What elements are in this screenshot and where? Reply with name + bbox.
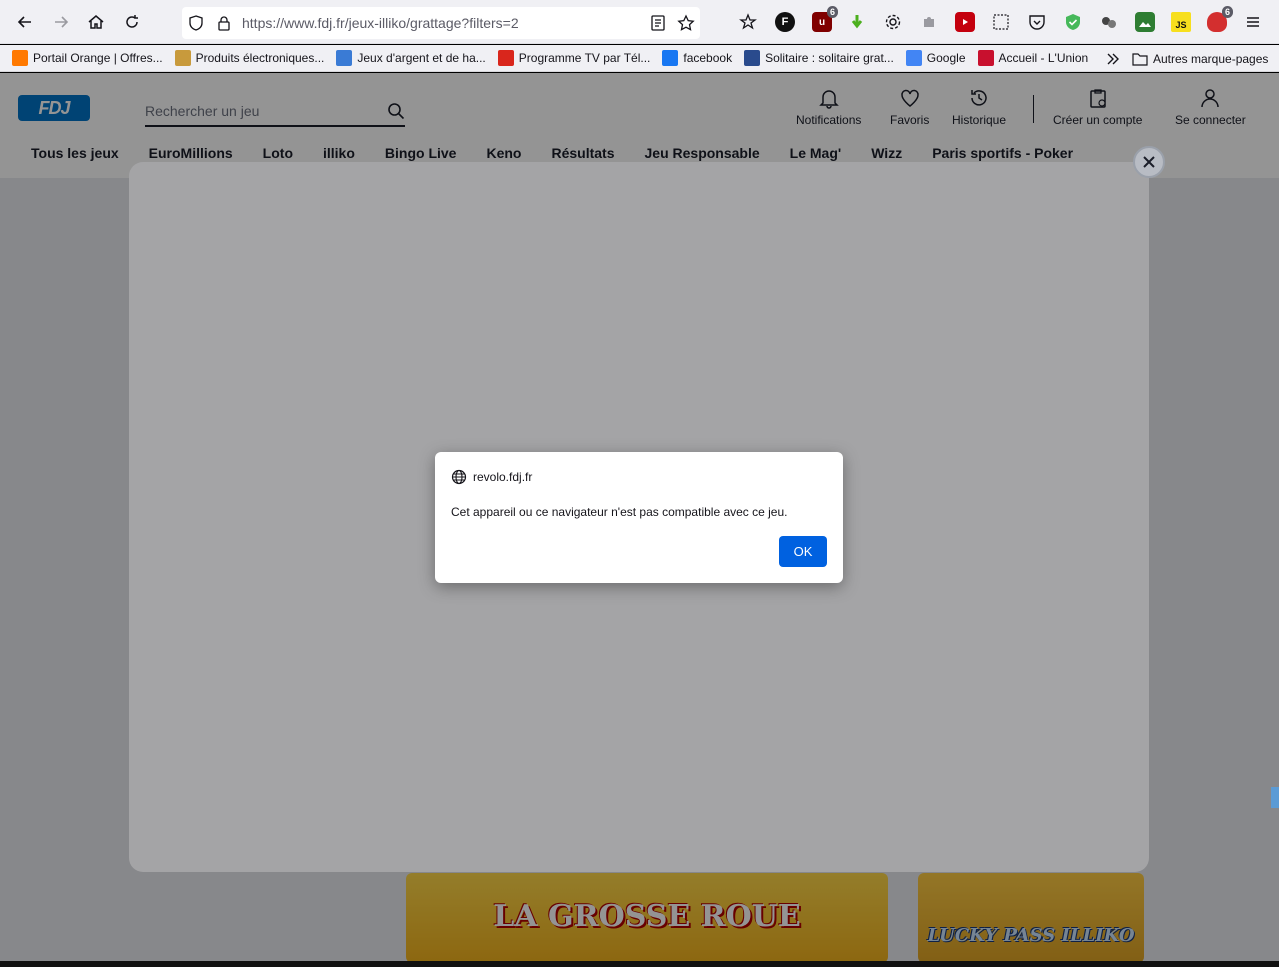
ublock-icon[interactable]: u6 (812, 6, 838, 32)
forward-button[interactable] (47, 8, 75, 36)
alert-dialog: revolo.fdj.fr Cet appareil ou ce navigat… (435, 452, 843, 583)
lock-icon[interactable] (210, 9, 238, 37)
arrow-right-icon (55, 16, 69, 28)
alert-message: Cet appareil ou ce navigateur n'est pas … (451, 505, 788, 519)
modal-close-button[interactable] (1133, 146, 1165, 178)
bookmark-label: Accueil - L'Union (998, 51, 1089, 65)
bookmark-label: Google (926, 51, 966, 65)
js-extension-icon[interactable]: JS (1171, 12, 1191, 32)
bookmark-label: Produits électroniques... (195, 51, 325, 65)
home-icon (88, 15, 104, 29)
bookmark-favicon-icon (174, 50, 191, 66)
bookmark-label: facebook (683, 51, 733, 65)
browser-toolbar: https://www.fdj.fr/jeux-illiko/grattage?… (0, 0, 1279, 44)
bookmark-favicon-icon (497, 50, 514, 66)
bookmarks-bar: Portail Orange | Offres... Produits élect… (0, 45, 1279, 72)
bookmark-label: Jeux d'argent et de ha... (357, 51, 486, 65)
bookmark-item[interactable]: Accueil - L'Union (972, 46, 1095, 70)
menu-icon[interactable] (1243, 12, 1263, 32)
bookmark-label: Portail Orange | Offres... (33, 51, 163, 65)
bookmark-label: Programme TV par Tél... (518, 51, 651, 65)
balls-icon[interactable] (1099, 12, 1119, 32)
youtube-icon[interactable] (955, 12, 975, 32)
url-text[interactable]: https://www.fdj.fr/jeux-illiko/grattage?… (238, 15, 644, 31)
bookmarks-list: Portail Orange | Offres... Produits élect… (0, 46, 1094, 70)
image-icon[interactable] (1135, 12, 1155, 32)
alert-origin-text: revolo.fdj.fr (473, 470, 533, 484)
bookmark-favicon-icon (662, 50, 679, 66)
reload-button[interactable] (118, 8, 146, 36)
other-bookmarks[interactable]: Autres marque-pages (1126, 47, 1274, 71)
globe-icon (451, 469, 467, 485)
address-bar[interactable]: https://www.fdj.fr/jeux-illiko/grattage?… (182, 7, 700, 39)
bookmark-item[interactable]: facebook (656, 46, 738, 70)
bookmark-label: Solitaire : solitaire grat... (765, 51, 894, 65)
shield-check-icon[interactable] (1063, 12, 1083, 32)
bookmark-item[interactable]: Programme TV par Tél... (492, 46, 657, 70)
bookmark-star-icon[interactable] (672, 9, 700, 37)
puzzle-icon[interactable] (919, 12, 939, 32)
other-bookmarks-label: Autres marque-pages (1153, 52, 1269, 66)
reader-view-icon[interactable] (644, 9, 672, 37)
chevron-double-right-icon (1107, 53, 1119, 65)
bookmark-favicon-icon (12, 50, 28, 66)
shield-icon[interactable] (182, 9, 210, 37)
gear-icon[interactable] (883, 12, 903, 32)
screen-bottom-edge (0, 961, 1279, 967)
pocket-star-icon[interactable] (738, 12, 758, 32)
bookmarks-overflow-button[interactable] (1100, 47, 1126, 71)
pocket-icon[interactable] (1027, 12, 1047, 32)
home-button[interactable] (82, 8, 110, 36)
bookmark-favicon-icon (744, 50, 761, 66)
bookmark-favicon-icon (905, 50, 922, 66)
extension-f-icon[interactable]: F (775, 12, 795, 32)
badger-badge: 6 (1221, 6, 1233, 18)
bookmark-item[interactable]: Google (900, 46, 972, 70)
back-button[interactable] (11, 8, 39, 36)
ublock-badge: 6 (826, 6, 838, 18)
privacy-badger-icon[interactable]: 6 (1207, 6, 1233, 32)
screenshot-icon[interactable] (991, 12, 1011, 32)
alert-origin: revolo.fdj.fr (451, 469, 532, 485)
bookmark-item[interactable]: Produits électroniques... (169, 46, 331, 70)
bookmark-favicon-icon (977, 50, 994, 66)
reload-icon (126, 15, 138, 28)
scrollbar-thumb[interactable] (1271, 787, 1279, 808)
arrow-left-icon (17, 16, 31, 28)
download-icon[interactable] (847, 12, 867, 32)
bookmark-item[interactable]: Solitaire : solitaire grat... (738, 46, 900, 70)
ok-button[interactable]: OK (779, 536, 827, 567)
folder-icon (1132, 53, 1148, 66)
bookmark-item[interactable]: Jeux d'argent et de ha... (330, 46, 491, 70)
bookmark-item[interactable]: Portail Orange | Offres... (6, 46, 169, 70)
close-icon (1143, 156, 1155, 168)
bookmark-favicon-icon (336, 50, 353, 66)
